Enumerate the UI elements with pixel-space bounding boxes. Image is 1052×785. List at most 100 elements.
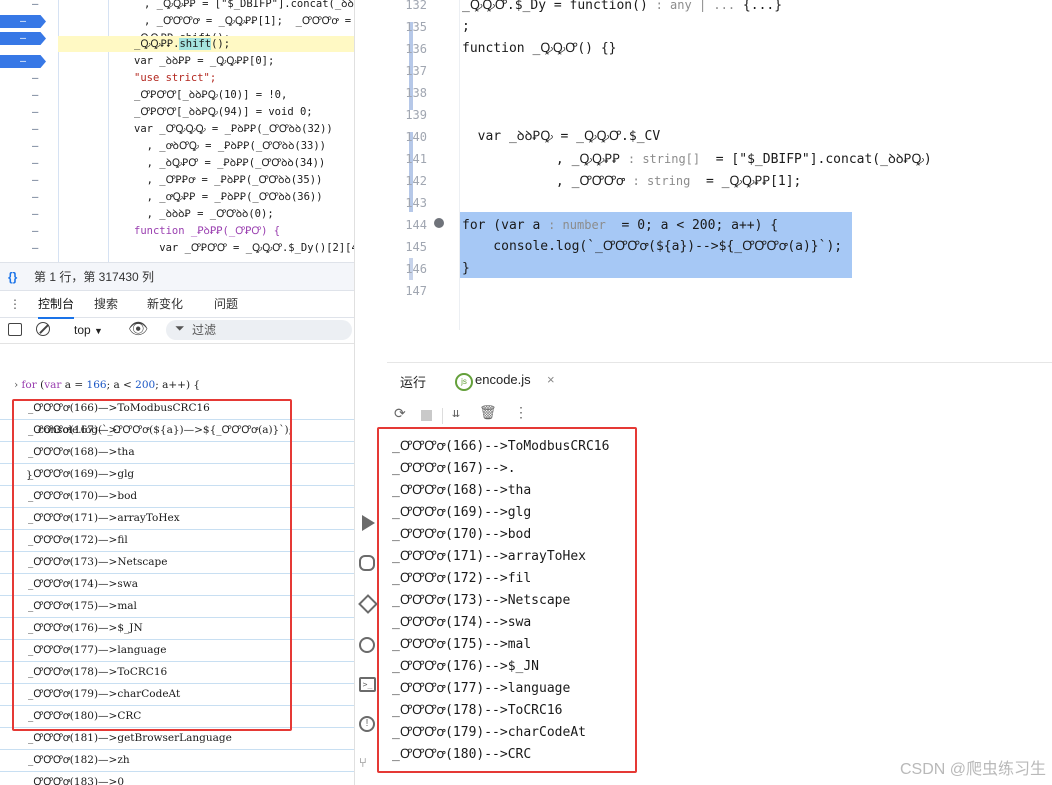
code-text: } (462, 261, 470, 276)
console-log-text: _ꝌꝌꝌꝍ(183)—>0 (28, 776, 125, 785)
filter-input[interactable]: ⏷ 过滤 (166, 320, 352, 340)
code-text: = 0; a < 200; a++) { (605, 218, 779, 233)
cursor-status-bar: {} 第 1 行，第 317430 列 (0, 262, 354, 291)
tab-issues[interactable]: 问题 (214, 291, 238, 317)
line-code: } (462, 258, 470, 280)
run-icon[interactable] (362, 515, 375, 531)
source-line: – , _ꝺꝘꝐꝌ = _ꝐꝺꝐꝐ(_ꝌꝌꝺꝺ(34)) (32, 157, 326, 169)
trash-icon[interactable]: 🗑 (479, 405, 497, 421)
braces-icon[interactable]: {} (8, 263, 17, 291)
source-line: –, _ꝌꝌꝌꝍ = _ꝘꝘꝐꝐ[1]; _ꝌꝌꝌꝍ = _ (0, 13, 354, 30)
line-number: 144 (405, 218, 427, 232)
breakpoint-gear-icon[interactable] (434, 218, 444, 228)
console-log-row: _ꝌꝌꝌꝍ(182)—>zh (0, 749, 354, 772)
code-editor[interactable]: 132 _ꝘꝘꝌ.$_Dy = function() : any | ... {.… (355, 0, 1052, 330)
line-number: 139 (405, 108, 427, 122)
source-line: – var _ꝌꝐꝌꝌ = _ꝘꝘꝌ.$_Dy()[2][4 (32, 242, 354, 254)
source-line: – var _ꝌꝘꝘꝘ = _ꝐꝺꝐꝐ(_ꝌꝌꝺꝺ(32)) (32, 123, 333, 135)
line-code: , _ꝌꝌꝌꝍ : string = _ꝘꝘꝐꝐ[1]; (462, 170, 801, 193)
source-line: – , _ꝍꝺꝌꝘ = _ꝐꝺꝐꝐ(_ꝌꝌꝺꝺ(33)) (32, 140, 326, 152)
code-text: ; (462, 19, 470, 34)
code-text: _ꝘꝘꝌ.$_Dy = function() (462, 0, 656, 13)
inlay-type-hint: : number (548, 218, 606, 232)
line-code: console.log(`_ꝌꝌꝌꝍ(${a})-->${_ꝌꝌꝌꝍ(a)}`)… (462, 236, 842, 258)
more-icon[interactable]: ⋮ (514, 405, 528, 421)
eye-icon[interactable]: 👁 (128, 319, 148, 339)
terminal-icon[interactable]: >_ (359, 677, 376, 692)
breakpoint-marker[interactable]: – (0, 15, 46, 28)
line-number: 145 (405, 240, 427, 254)
highlight-box-run-output (377, 427, 637, 773)
sidebar-toggle-icon[interactable] (8, 323, 22, 336)
line-number: 140 (405, 130, 427, 144)
line-code: for (var a : number = 0; a < 200; a++) { (462, 214, 778, 237)
services-icon[interactable] (359, 637, 375, 653)
source-line: – _ꝌꝐꝌꝌ[_ꝺꝺꝐꝘ(94)] = void 0; (32, 106, 313, 118)
code-text: = ["$_DBIFP"].concat(_ꝺꝺꝐꝘ) (700, 152, 932, 167)
run-side-toolbar: >_ ! ⑂ (355, 505, 380, 785)
js-file-icon: js (455, 373, 473, 391)
source-line: – , _ꝌꝐꝐꝍ = _ꝐꝺꝐꝐ(_ꝌꝌꝺꝺ(35)) (32, 174, 323, 186)
code-text: {...} (735, 0, 783, 13)
line-number: 141 (405, 152, 427, 166)
line-code: var _ꝺꝺꝐꝘ = _ꝘꝘꝌ.$_CV (462, 126, 661, 148)
code-text: console.log(`_ꝌꝌꝌꝍ(${a})-->${_ꝌꝌꝌꝍ(a)}`)… (462, 239, 843, 254)
line-code: ; (462, 16, 470, 38)
run-tool-window-header: 运行 js encode.js × (387, 362, 1052, 401)
more-icon[interactable]: ⋮ (9, 291, 21, 317)
source-line: –, _ꝘꝘꝐꝐ = ["$_DBIFP"].concat(_ꝺꝺ (32, 0, 354, 10)
line-number: 142 (405, 174, 427, 188)
source-line: – var _ꝺꝺꝐꝐ = _ꝘꝘꝐꝐ[0]; (0, 53, 354, 70)
source-line: – , _ꝍꝘꝐꝐ = _ꝐꝺꝐꝐ(_ꝌꝌꝺꝺ(36)) (32, 191, 323, 203)
devtools-panel: –, _ꝘꝘꝐꝐ = ["$_DBIFP"].concat(_ꝺꝺ –, _ꝌꝌ… (0, 0, 355, 785)
code-text: for (var a (462, 218, 549, 233)
close-tab-icon[interactable]: × (547, 372, 555, 387)
source-line-paused: _ꝘꝘꝐꝐ.shift(); (134, 38, 231, 50)
source-line: – _ꝌꝐꝌꝌ[_ꝺꝺꝐꝘ(10)] = !0, (32, 89, 288, 101)
chevron-down-icon: ▼ (94, 326, 103, 336)
code-text: , _ꝌꝌꝌꝍ (462, 174, 633, 189)
inlay-type-hint: : any | ... (655, 0, 736, 12)
layers-icon[interactable] (358, 594, 378, 614)
line-number: 138 (405, 86, 427, 100)
watermark: CSDN @爬虫练习生 (899, 761, 1046, 778)
console-log-row: _ꝌꝌꝌꝍ(183)—>0 (0, 771, 354, 785)
line-number: 143 (405, 196, 427, 210)
source-line: – "use strict"; (32, 72, 217, 84)
context-selector[interactable]: top ▼ (74, 317, 103, 344)
inlay-type-hint: : string (632, 174, 691, 188)
code-text: , _ꝘꝘꝐꝐ (462, 152, 628, 167)
rerun-icon[interactable]: ⟳ (394, 406, 406, 422)
source-line: – function _ꝐꝺꝐꝐ(_ꝌꝐꝌ) { (32, 225, 281, 237)
console-toolbar: top ▼ 👁 ⏷ 过滤 (0, 317, 354, 344)
line-code: function _ꝘꝘꝌ() {} (462, 38, 616, 60)
code-text: var _ꝺꝺꝐꝘ = _ꝘꝘꝌ.$_CV (462, 129, 661, 144)
code-text: function _ꝘꝘꝌ() {} (462, 41, 617, 56)
drawer-tabs: ⋮ 控制台 搜索 新变化 问题 (0, 290, 354, 319)
tab-console[interactable]: 控制台 (38, 291, 75, 319)
line-number: 146 (405, 262, 427, 276)
breakpoint-marker[interactable]: – (0, 55, 46, 68)
soft-wrap-icon[interactable]: ⇊ (452, 406, 460, 421)
python-icon[interactable] (359, 555, 375, 571)
run-tab-label[interactable]: 运行 (400, 372, 426, 391)
tab-search[interactable]: 搜索 (94, 291, 118, 317)
line-number: 135 (405, 20, 427, 34)
line-number: 136 (405, 42, 427, 56)
stop-icon[interactable] (421, 410, 432, 421)
git-icon[interactable]: ⑂ (359, 755, 377, 773)
problems-icon[interactable]: ! (359, 716, 375, 732)
run-toolbar: ⟳ ⇊ 🗑 ⋮ (387, 403, 1052, 429)
inlay-type-hint: : string[] (627, 152, 701, 166)
cursor-position: 第 1 行，第 317430 列 (34, 270, 155, 284)
console-log-text: _ꝌꝌꝌꝍ(182)—>zh (28, 754, 130, 766)
divider (442, 408, 443, 424)
filter-icon: ⏷ (175, 321, 185, 335)
line-code: _ꝘꝘꝌ.$_Dy = function() : any | ... {...} (462, 0, 782, 17)
line-number: 147 (405, 284, 427, 298)
highlight-box-console (12, 399, 292, 731)
line-code: , _ꝘꝘꝐꝐ : string[] = ["$_DBIFP"].concat(… (462, 148, 932, 171)
line-number: 132 (405, 0, 427, 12)
code-text: = _ꝘꝘꝐꝐ[1]; (690, 174, 802, 189)
tab-whats-new[interactable]: 新变化 (147, 291, 183, 317)
